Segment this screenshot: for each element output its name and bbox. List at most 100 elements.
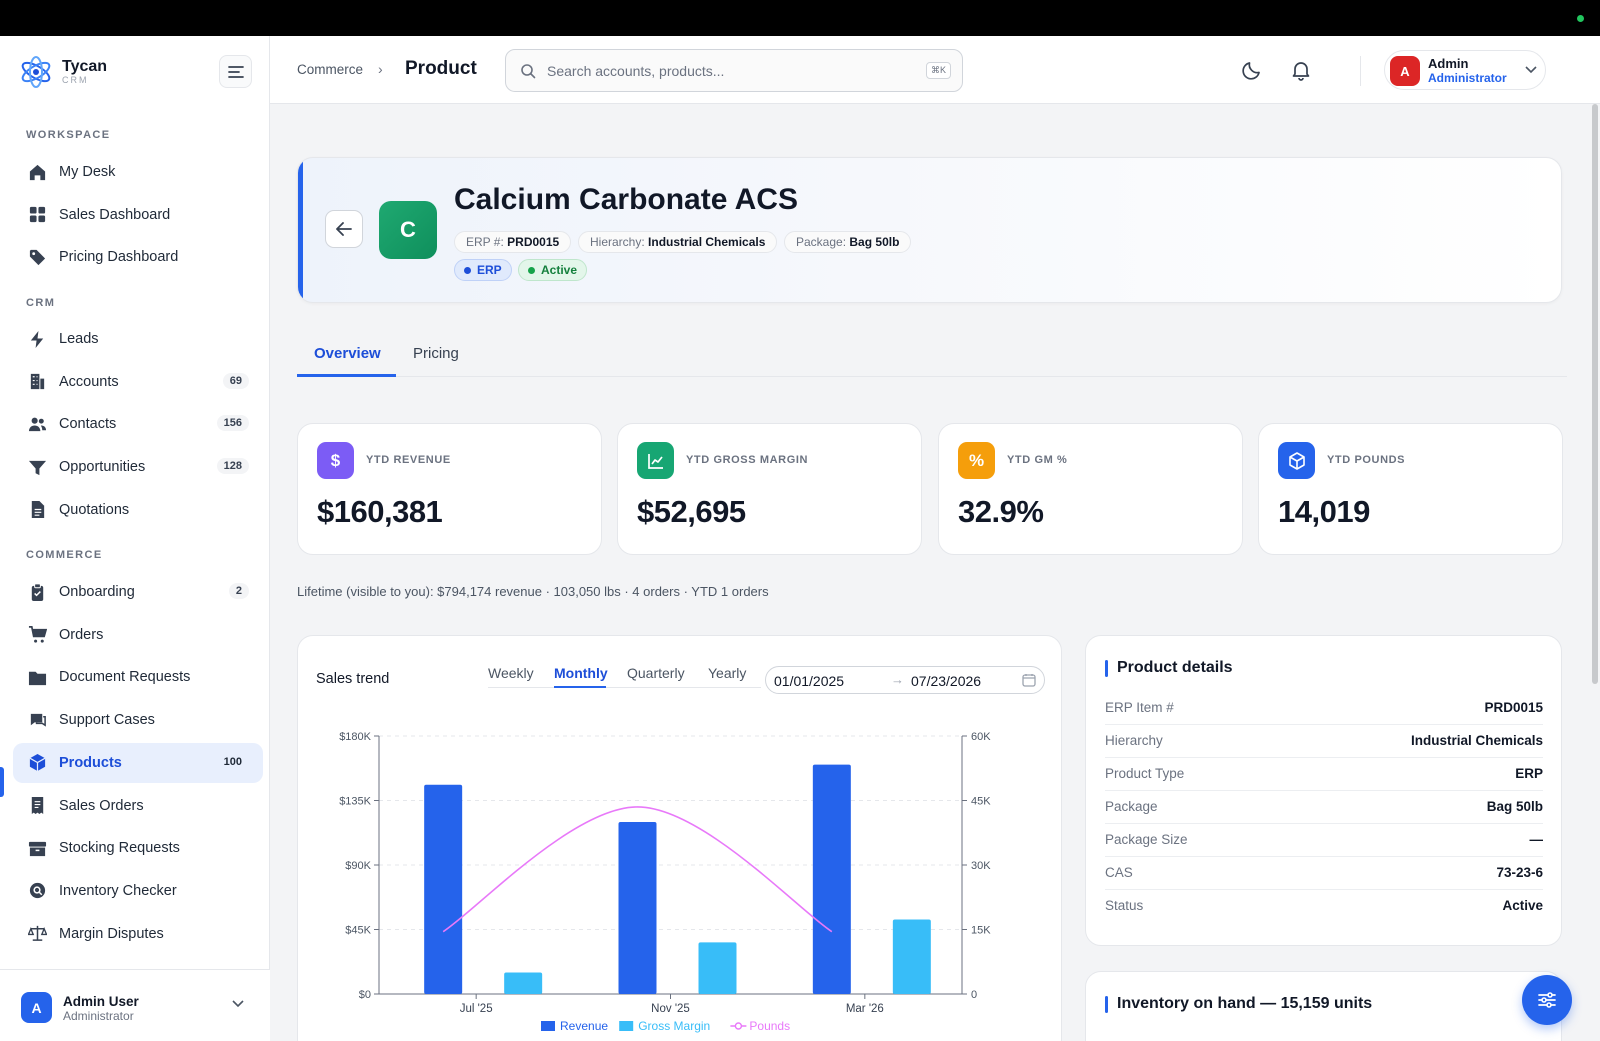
sidebar-item-orders[interactable]: Orders: [13, 615, 263, 655]
y-left-tick-label: $135K: [339, 796, 371, 808]
search-box[interactable]: ⌘K: [505, 49, 963, 92]
sidebar-item-margin-disputes[interactable]: Margin Disputes: [13, 914, 263, 954]
legend-label: Gross Margin: [638, 1019, 710, 1033]
count-badge: 100: [223, 755, 242, 768]
lifetime-summary: Lifetime (visible to you): $794,174 reve…: [297, 584, 769, 599]
sidebar-item-label: Sales Orders: [59, 797, 144, 814]
app-window: Tycan CRM WORKSPACE My Desk Sales Dashboa…: [0, 36, 1600, 1041]
count-badge: 128: [216, 458, 249, 475]
bell-icon[interactable]: [1289, 58, 1313, 82]
detail-key: Package Size: [1105, 832, 1188, 847]
clipboard-check-icon: [27, 582, 47, 602]
y-left-tick-label: $0: [359, 989, 371, 1001]
kpi-ytd-revenue: $ YTD REVENUE $160,381: [297, 423, 602, 555]
menu-icon: [227, 65, 244, 78]
hero-accent: [298, 158, 303, 302]
legend-label: Revenue: [560, 1019, 608, 1033]
folder-icon: [27, 667, 47, 687]
back-button[interactable]: [325, 210, 363, 248]
kpi-value: $52,695: [637, 494, 746, 529]
detail-value: Bag 50lb: [1486, 799, 1543, 814]
sidebar-item-sales-orders[interactable]: Sales Orders: [13, 786, 263, 826]
users-icon: [27, 414, 47, 434]
breadcrumb-commerce[interactable]: Commerce: [297, 62, 363, 77]
legend-swatch: [734, 1022, 743, 1030]
chat-icon: [27, 710, 47, 730]
page-title: Product: [405, 58, 477, 79]
status-dot: [1577, 15, 1584, 22]
sidebar-user[interactable]: A Admin User Administrator: [0, 969, 270, 1041]
collapse-sidebar-button[interactable]: [219, 55, 252, 88]
tab-pricing[interactable]: Pricing: [413, 345, 459, 362]
sidebar-item-sales-dashboard[interactable]: Sales Dashboard: [13, 195, 263, 235]
brand-sub: CRM: [62, 75, 89, 85]
sidebar-item-label: Products: [59, 754, 122, 771]
profile-menu[interactable]: A Admin Administrator: [1384, 50, 1546, 90]
settings-fab-button[interactable]: [1522, 975, 1572, 1025]
kpi-ytd-gm-percent: % YTD GM % 32.9%: [938, 423, 1243, 555]
sidebar-item-leads[interactable]: Leads: [13, 319, 263, 359]
sidebar-item-contacts[interactable]: Contacts 156: [13, 404, 263, 444]
package-chip: Package: Bag 50lb: [784, 231, 912, 253]
detail-value: PRD0015: [1484, 700, 1543, 715]
bolt-icon: [27, 329, 47, 349]
product-tabs: Overview Pricing: [297, 333, 1567, 377]
bar-gross-margin: [892, 919, 931, 994]
bar-revenue: [424, 784, 463, 994]
avatar: A: [21, 992, 52, 1023]
sidebar-item-opportunities[interactable]: Opportunities 128: [13, 447, 263, 487]
sidebar-item-onboarding[interactable]: Onboarding 2: [13, 572, 263, 612]
legend-swatch: [541, 1021, 555, 1031]
y-left-tick-label: $180K: [339, 731, 371, 743]
breadcrumb-separator: ›: [378, 61, 383, 77]
cart-icon: [27, 625, 47, 645]
product-name: Calcium Carbonate ACS: [454, 183, 798, 216]
sidebar-item-label: Quotations: [59, 501, 130, 518]
product-details-title: Product details: [1105, 659, 1233, 677]
kpi-label: YTD GROSS MARGIN: [686, 454, 809, 466]
x-tick-label: Jul '25: [460, 1003, 493, 1015]
detail-row: ERP Item # PRD0015: [1105, 692, 1543, 725]
search-input[interactable]: [547, 61, 907, 81]
kpi-value: 14,019: [1278, 494, 1370, 529]
page-scrollbar[interactable]: [1590, 104, 1600, 1041]
shortcut-badge: ⌘K: [925, 62, 951, 79]
sidebar-item-accounts[interactable]: Accounts 69: [13, 362, 263, 402]
x-tick-label: Nov '25: [651, 1003, 690, 1015]
brand-logo[interactable]: Tycan CRM: [18, 54, 107, 90]
bar-gross-margin: [698, 942, 737, 994]
scrollbar-thumb[interactable]: [1592, 104, 1598, 684]
profile-role: Administrator: [1428, 71, 1507, 85]
product-details-card: Product details ERP Item # PRD0015 Hierarc…: [1085, 635, 1562, 946]
erp-chip: ERP #: PRD0015: [454, 231, 572, 253]
atom-logo-icon: [18, 54, 54, 90]
window-top-bar: [0, 0, 1600, 36]
document-icon: [27, 500, 47, 520]
dollar-icon: $: [317, 442, 354, 479]
sidebar-item-stocking-requests[interactable]: Stocking Requests: [13, 828, 263, 868]
sidebar-item-label: Contacts: [59, 416, 117, 433]
sidebar-item-quotations[interactable]: Quotations: [13, 490, 263, 530]
tab-overview[interactable]: Overview: [314, 345, 381, 362]
detail-row: CAS 73-23-6: [1105, 857, 1543, 890]
kpi-value: 32.9%: [958, 494, 1044, 529]
sidebar-item-label: Opportunities: [59, 459, 146, 476]
detail-key: Hierarchy: [1105, 733, 1163, 748]
percent-icon: %: [958, 442, 995, 479]
sidebar-item-support-cases[interactable]: Support Cases: [13, 700, 263, 740]
tab-underline: [297, 374, 396, 377]
home-icon: [27, 162, 47, 182]
chevron-down-icon: [232, 1000, 244, 1008]
count-badge: 69: [222, 372, 249, 389]
line-chart-icon: [637, 442, 674, 479]
sidebar-item-my-desk[interactable]: My Desk: [13, 152, 263, 192]
sidebar-item-label: Stocking Requests: [59, 840, 180, 857]
sidebar-item-pricing-dashboard[interactable]: Pricing Dashboard: [13, 237, 263, 277]
y-left-tick-label: $45K: [345, 925, 371, 937]
x-tick-label: Mar '26: [846, 1003, 884, 1015]
moon-icon[interactable]: [1240, 58, 1264, 82]
section-workspace: WORKSPACE: [26, 129, 111, 141]
sidebar-item-document-requests[interactable]: Document Requests: [13, 657, 263, 697]
sidebar-item-products[interactable]: Products 100: [13, 742, 263, 783]
sidebar-item-inventory-checker[interactable]: Inventory Checker: [13, 871, 263, 911]
